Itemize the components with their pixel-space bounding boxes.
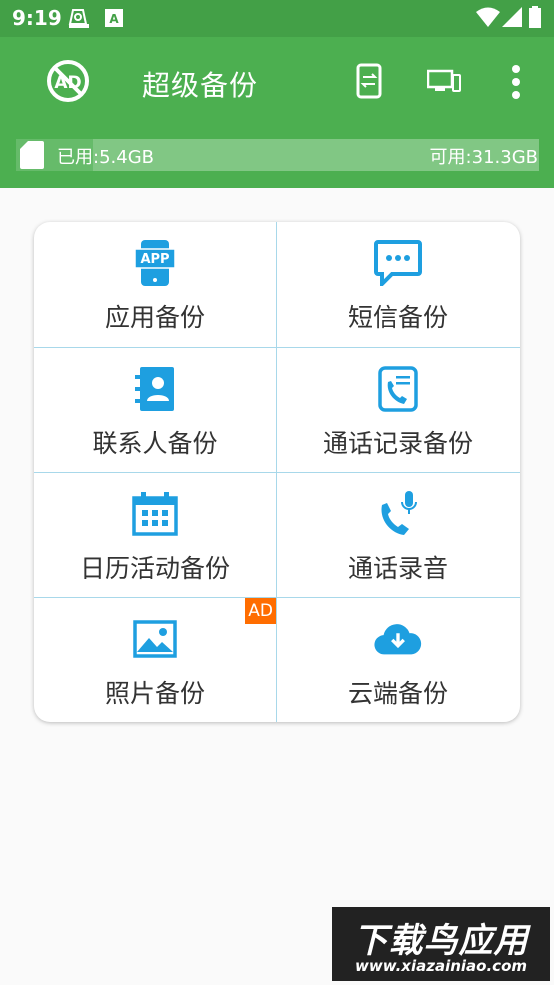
tile-label: 云端备份 xyxy=(347,679,448,708)
tile-label: 联系人备份 xyxy=(92,429,218,458)
remove-ads-icon[interactable]: AD xyxy=(46,59,90,107)
tile-label: 通话录音 xyxy=(347,554,448,583)
tile-label: 照片备份 xyxy=(104,679,205,708)
call-log-backup-tile[interactable]: 通话记录备份 xyxy=(277,348,519,473)
sd-card-icon xyxy=(20,141,44,173)
calendar-backup-tile[interactable]: 日历活动备份 xyxy=(34,473,276,598)
cloud-backup-tile[interactable]: 云端备份 xyxy=(277,598,519,722)
svg-text:APP: APP xyxy=(140,252,169,267)
storage-panel: 已用:5.4GB 可用:31.3GB xyxy=(0,125,554,188)
app-bar: AD 超级备份 xyxy=(0,37,554,125)
phone-transfer-icon[interactable] xyxy=(356,63,382,103)
more-options-icon[interactable] xyxy=(511,65,521,103)
battery-icon xyxy=(529,6,541,32)
contacts-backup-tile[interactable]: 联系人备份 xyxy=(34,348,276,473)
cloud-download-icon xyxy=(373,614,423,664)
contacts-icon xyxy=(130,364,180,414)
tile-label: 日历活动备份 xyxy=(79,554,230,583)
call-recording-icon xyxy=(373,489,423,539)
status-bar: 9:19 A xyxy=(0,0,554,37)
photo-icon xyxy=(130,614,180,664)
storage-free-label: 可用:31.3GB xyxy=(429,147,538,168)
page-title: 超级备份 xyxy=(142,69,259,102)
tile-label: 应用备份 xyxy=(104,303,205,332)
watermark: 下载鸟应用 www.xiazainiao.com xyxy=(332,907,550,981)
call-log-icon xyxy=(373,364,423,414)
calendar-icon xyxy=(130,489,180,539)
backup-grid: APP 应用备份 短信备份 联系人备份 通话记录备份 日历活动备份 通话录音 照… xyxy=(34,222,520,722)
notification-icon xyxy=(66,8,92,34)
sms-icon xyxy=(373,238,423,288)
svg-text:A: A xyxy=(109,12,119,26)
sms-backup-tile[interactable]: 短信备份 xyxy=(277,222,519,347)
status-time: 9:19 xyxy=(12,6,62,30)
signal-icon xyxy=(502,7,522,31)
wifi-icon xyxy=(476,7,500,31)
photo-backup-tile[interactable]: 照片备份 AD xyxy=(34,598,276,722)
call-recording-tile[interactable]: 通话录音 xyxy=(277,473,519,598)
watermark-url: www.xiazainiao.com xyxy=(354,957,528,975)
watermark-title: 下载鸟应用 xyxy=(353,921,529,961)
ad-badge: AD xyxy=(245,598,276,624)
devices-icon[interactable] xyxy=(426,69,461,97)
app-icon: APP xyxy=(130,238,180,288)
text-notification-icon: A xyxy=(104,8,124,32)
app-backup-tile[interactable]: APP 应用备份 xyxy=(34,222,276,347)
storage-used-label: 已用:5.4GB xyxy=(57,147,154,168)
tile-label: 短信备份 xyxy=(347,303,448,332)
tile-label: 通话记录备份 xyxy=(322,429,473,458)
